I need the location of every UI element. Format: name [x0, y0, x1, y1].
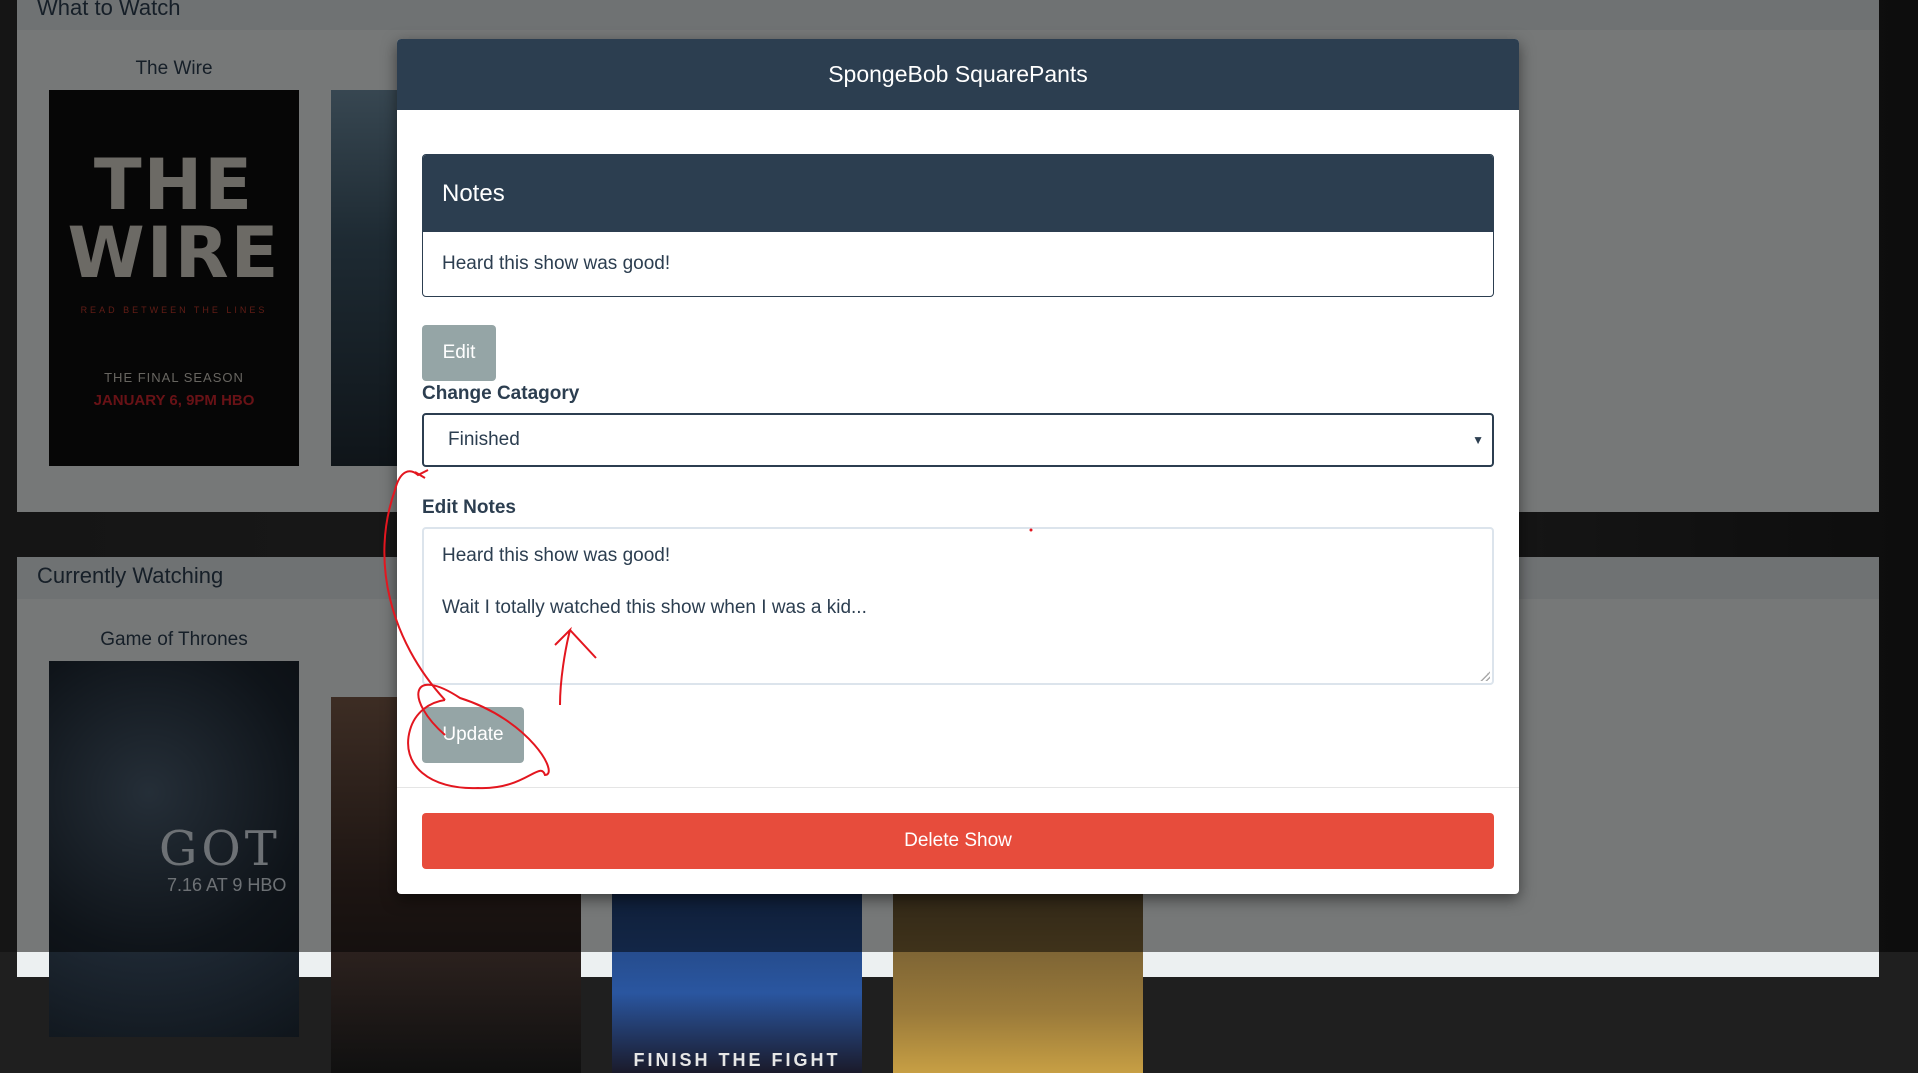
- poster-text: FINISH THE FIGHT: [633, 1050, 841, 1070]
- caret-down-icon: ▼: [1472, 433, 1484, 447]
- modal-footer-divider: [397, 787, 1519, 788]
- edit-button[interactable]: Edit: [422, 325, 496, 381]
- notes-text: Heard this show was good!: [442, 253, 671, 274]
- notes-panel: Notes Heard this show was good!: [422, 154, 1494, 297]
- show-modal: SpongeBob SquarePants Notes Heard this s…: [397, 39, 1519, 894]
- edit-notes-line: Heard this show was good!: [442, 545, 671, 566]
- update-button[interactable]: Update: [422, 707, 524, 763]
- delete-show-button[interactable]: Delete Show: [422, 813, 1494, 869]
- notes-heading: Notes: [423, 155, 1493, 232]
- category-select[interactable]: Finished ▼: [422, 413, 1494, 467]
- edit-notes-label: Edit Notes: [422, 497, 516, 518]
- edit-notes-textarea[interactable]: Heard this show was good! Wait I totally…: [422, 527, 1494, 685]
- resize-handle-icon[interactable]: [1480, 671, 1490, 681]
- edit-notes-line: Wait I totally watched this show when I …: [442, 597, 867, 618]
- modal-title: SpongeBob SquarePants: [397, 39, 1519, 110]
- category-select-value: Finished: [448, 429, 520, 450]
- change-category-label: Change Catagory: [422, 383, 580, 404]
